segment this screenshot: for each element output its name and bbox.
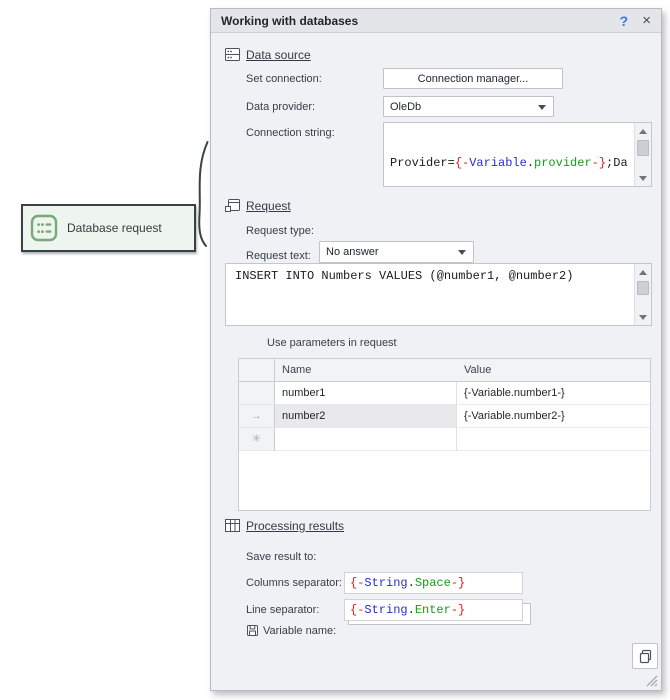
scroll-down-icon[interactable] (635, 170, 651, 186)
database-request-node[interactable]: Database request (21, 204, 196, 252)
request-form-icon (224, 197, 241, 214)
columns-separator-input[interactable]: {-String.Space-} (344, 572, 523, 594)
floppy-disk-icon (246, 624, 259, 637)
save-variable-icon-wrap (246, 624, 259, 642)
scroll-down-icon[interactable] (635, 309, 651, 325)
column-header-name[interactable]: Name (275, 359, 457, 382)
row-selector-header[interactable] (239, 359, 275, 382)
connection-string-editor[interactable]: Provider={-Variable.provider-};Da ta Sou… (383, 122, 652, 187)
line-separator-input[interactable]: {-String.Enter-} (344, 599, 523, 621)
param-value-cell[interactable]: {-Variable.number2-} (457, 405, 650, 428)
scrollbar-thumb[interactable] (637, 140, 649, 156)
row-selector[interactable] (239, 382, 275, 405)
database-icon (30, 214, 58, 242)
column-header-value[interactable]: Value (457, 359, 650, 382)
data-source-icon (224, 46, 241, 63)
panel-title: Working with databases (221, 14, 620, 28)
save-result-label: Save result to: (246, 551, 316, 563)
param-name-cell-empty[interactable] (275, 428, 457, 451)
new-row-icon: ✳ (252, 433, 261, 445)
request-text-scrollbar[interactable] (634, 264, 651, 325)
resize-grip[interactable] (645, 674, 658, 687)
section-data-source-heading[interactable]: Data source (224, 46, 311, 63)
param-value-cell-empty[interactable] (457, 428, 650, 451)
scroll-up-icon[interactable] (635, 123, 651, 139)
processing-results-heading-label: Processing results (246, 519, 344, 533)
copy-icon (638, 649, 653, 664)
copy-variable-button[interactable] (632, 643, 658, 669)
request-heading-label: Request (246, 199, 291, 213)
new-row-selector[interactable]: ✳ (239, 428, 275, 451)
request-text-label: Request text: (246, 250, 311, 262)
data-source-heading-label: Data source (246, 48, 311, 62)
request-text-editor[interactable]: INSERT INTO Numbers VALUES (@number1, @n… (225, 263, 652, 326)
request-type-label: Request type: (246, 225, 314, 237)
param-name-cell[interactable]: number1 (275, 382, 457, 405)
properties-panel: Working with databases ? × Data source S… (210, 8, 662, 691)
scrollbar-thumb[interactable] (637, 281, 649, 295)
current-row-selector[interactable]: → (239, 405, 275, 428)
param-value-cell[interactable]: {-Variable.number1-} (457, 382, 650, 405)
request-type-select[interactable]: No answer (319, 241, 474, 263)
node-label: Database request (67, 221, 162, 235)
connection-manager-button[interactable]: Connection manager... (383, 68, 563, 89)
connection-string-scrollbar[interactable] (634, 123, 651, 186)
variable-name-label: Variable name: (263, 625, 336, 637)
line-separator-label: Line separator: (246, 604, 319, 616)
columns-separator-label: Columns separator: (246, 577, 342, 589)
title-bar: Working with databases ? × (211, 9, 661, 33)
data-provider-select[interactable]: OleDb (383, 96, 554, 117)
param-name-cell[interactable]: number2 (275, 405, 457, 428)
chevron-down-icon (538, 105, 546, 110)
close-icon[interactable]: × (642, 13, 651, 28)
connection-string-label: Connection string: (246, 127, 335, 139)
table-grid-icon (224, 517, 241, 534)
scroll-up-icon[interactable] (635, 264, 651, 280)
current-row-icon: → (251, 410, 262, 422)
use-parameters-label: Use parameters in request (267, 337, 397, 349)
flow-canvas: Database request Working with databases … (0, 0, 670, 700)
chevron-down-icon (458, 250, 466, 255)
section-request-heading[interactable]: Request (224, 197, 291, 214)
connection-string-text: Provider={-Variable.provider-};Da ta Sou… (384, 123, 634, 186)
set-connection-label: Set connection: (246, 73, 322, 85)
section-processing-results-heading[interactable]: Processing results (224, 517, 344, 534)
parameters-table: Name Value number1 {-Variable.number1-} … (238, 358, 651, 511)
request-type-value: No answer (326, 246, 379, 258)
help-icon[interactable]: ? (620, 13, 629, 29)
request-text-value: INSERT INTO Numbers VALUES (@number1, @n… (226, 264, 634, 325)
data-provider-value: OleDb (390, 101, 421, 113)
data-provider-label: Data provider: (246, 101, 315, 113)
